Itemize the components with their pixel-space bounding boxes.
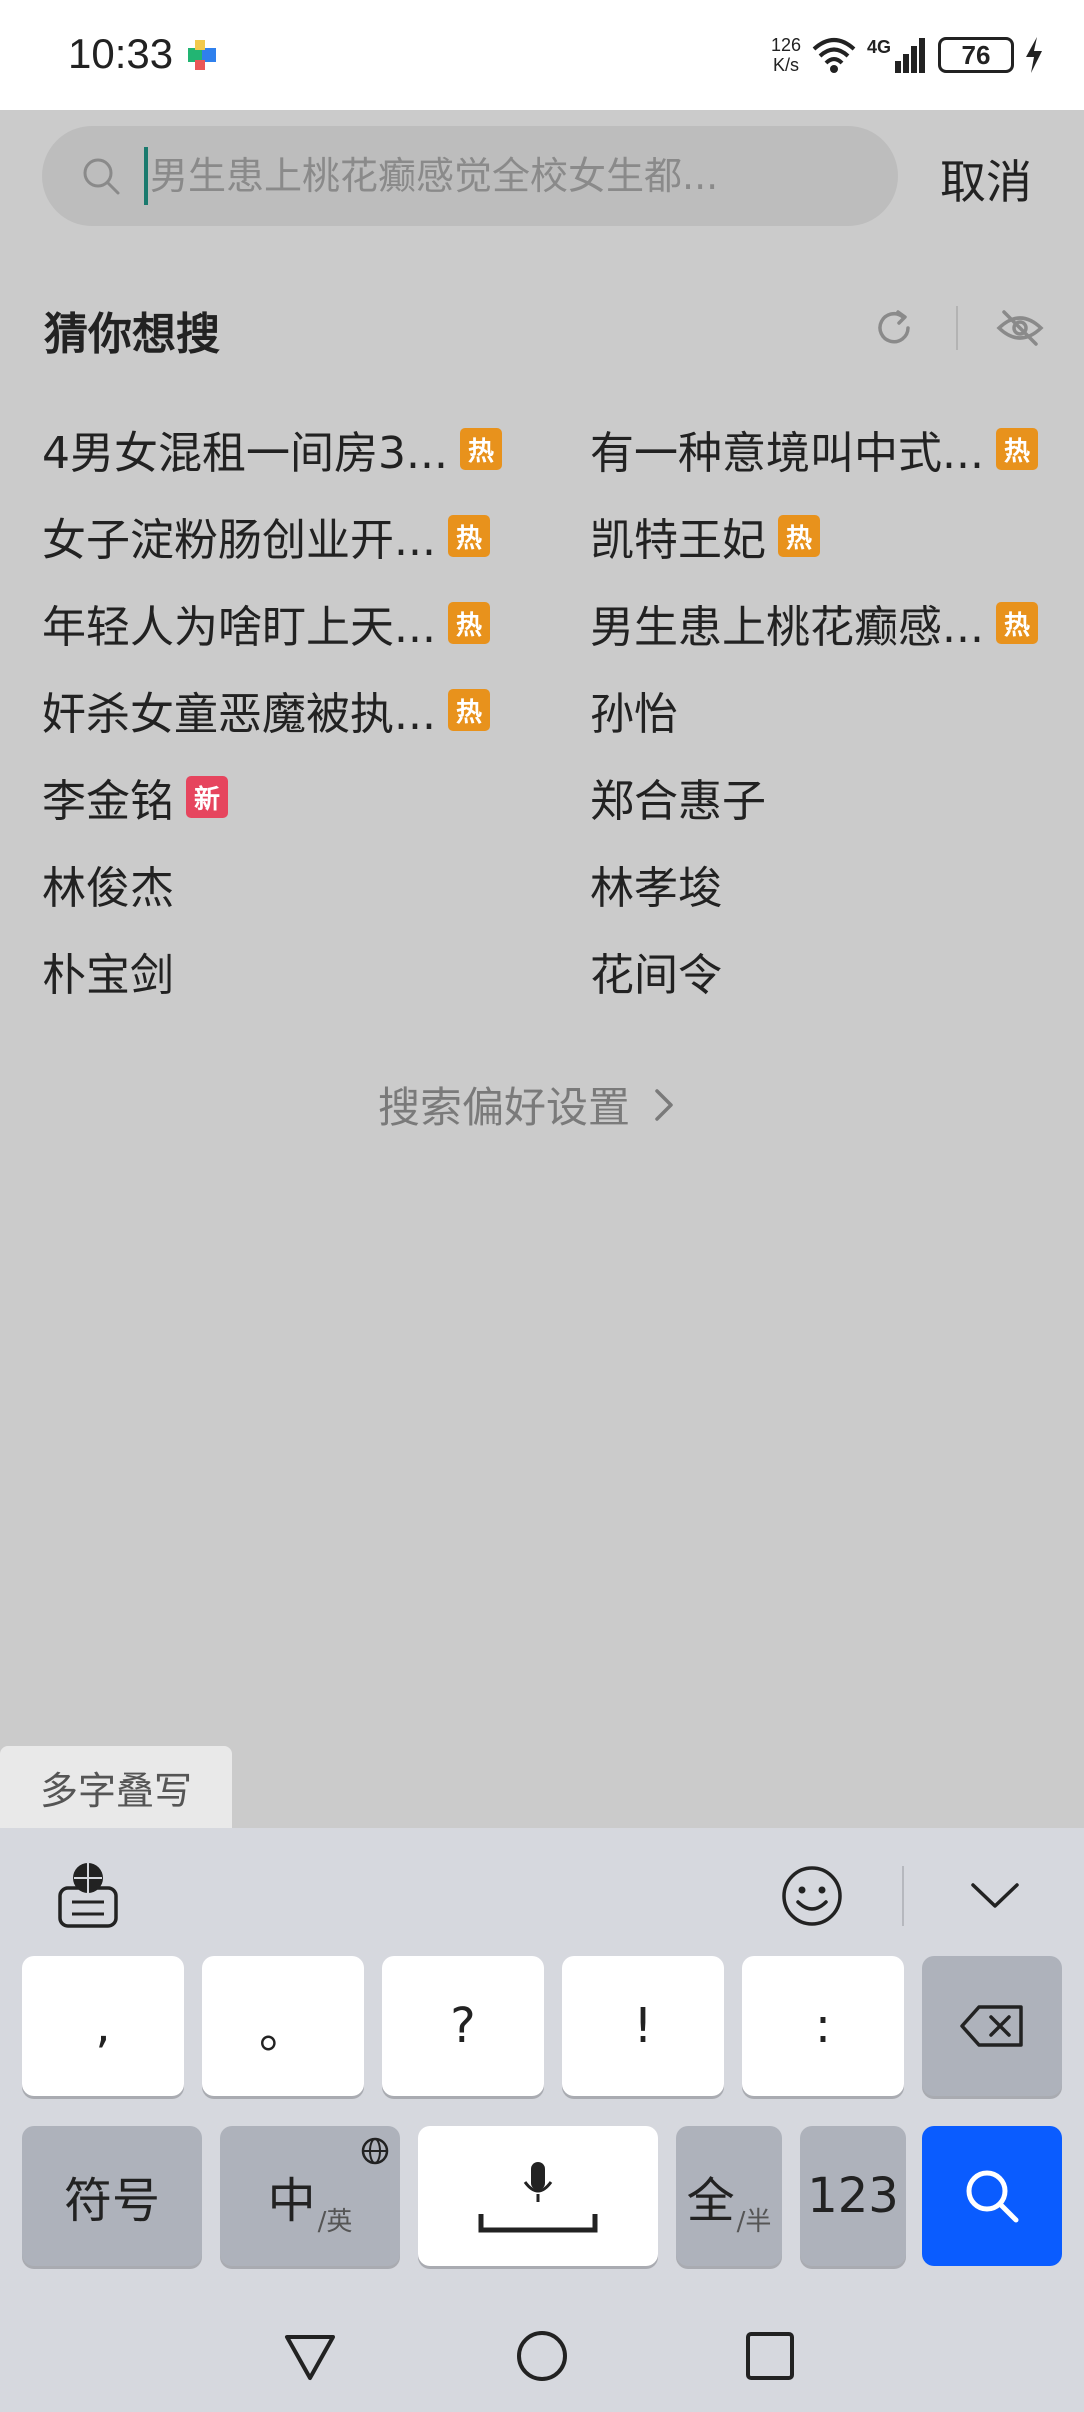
- cellular-indicator: 4G: [867, 37, 928, 73]
- chevron-right-icon: [655, 1088, 673, 1121]
- home-circle-icon[interactable]: [514, 2328, 570, 2384]
- suggestion-text: 凯特王妃: [590, 515, 766, 566]
- wifi-icon: [812, 38, 856, 73]
- toolbar-divider: [902, 1866, 904, 1926]
- suggestion-item[interactable]: 凯特王妃 热: [590, 504, 820, 568]
- hot-badge: 热: [447, 602, 490, 644]
- language-sub-label: /英: [317, 2207, 353, 2237]
- signal-label: 4G: [866, 37, 891, 57]
- search-icon: [83, 158, 120, 195]
- language-switch-key[interactable]: 中 /英: [220, 2126, 400, 2266]
- collapse-keyboard-icon[interactable]: [970, 1882, 1020, 1910]
- suggestion-item[interactable]: 朴宝剑: [42, 939, 174, 1003]
- suggestion-item[interactable]: 花间令: [590, 939, 722, 1003]
- suggestion-text: 孙怡: [590, 689, 678, 740]
- network-speed-value: 126: [770, 35, 801, 55]
- suggestion-text: 林俊杰: [42, 863, 174, 914]
- globe-icon: [361, 2137, 389, 2165]
- suggestion-item[interactable]: 女子淀粉肠创业开... 热: [42, 504, 490, 568]
- backspace-icon: [960, 2005, 1023, 2047]
- suggestion-text: 年轻人为啥盯上天...: [42, 602, 436, 653]
- hot-badge: 热: [447, 689, 490, 731]
- header-divider: [956, 306, 958, 350]
- hot-badge: 热: [995, 428, 1038, 470]
- keyboard: , 。 ? ! : 符号 中 /英 全 /半 123: [0, 1828, 1084, 2302]
- hot-badge: 热: [778, 515, 820, 557]
- suggestion-item[interactable]: 年轻人为啥盯上天... 热: [42, 591, 490, 655]
- suggestion-text: 朴宝剑: [42, 950, 174, 1001]
- status-time: 10:33: [68, 30, 174, 77]
- full-width-label: 全: [686, 2173, 735, 2229]
- hot-badge: 热: [995, 602, 1038, 644]
- suggestion-text: 4男女混租一间房3...: [42, 428, 448, 479]
- new-badge: 新: [186, 776, 228, 818]
- refresh-icon[interactable]: [872, 306, 916, 350]
- suggestion-item[interactable]: 郑合惠子: [590, 765, 766, 829]
- back-triangle-icon[interactable]: [282, 2332, 338, 2382]
- suggestion-item[interactable]: 林俊杰: [42, 852, 174, 916]
- key-period[interactable]: 。: [202, 1956, 364, 2096]
- network-speed-unit: K/s: [772, 55, 799, 75]
- key-colon[interactable]: :: [742, 1956, 904, 2096]
- suggestion-text: 男生患上桃花癫感...: [590, 602, 984, 653]
- suggestion-text: 林孝埈: [590, 863, 722, 914]
- suggestion-item[interactable]: 有一种意境叫中式... 热: [590, 417, 1038, 481]
- space-voice-key[interactable]: [418, 2126, 658, 2266]
- status-indicators: 126 K/s 4G 76: [771, 30, 1044, 80]
- suggestion-item[interactable]: 奸杀女童恶魔被执... 热: [42, 678, 490, 742]
- puzzle-app-icon: [188, 40, 216, 70]
- numbers-key[interactable]: 123: [800, 2126, 906, 2266]
- battery-indicator: 76: [938, 37, 1014, 73]
- microphone-icon: [478, 2162, 598, 2233]
- signal-bars-icon: [895, 38, 925, 73]
- suggestion-text: 李金铭: [42, 776, 174, 827]
- search-submit-key[interactable]: [922, 2126, 1062, 2266]
- section-title: 猜你想搜: [44, 309, 220, 360]
- navigation-bar: [0, 2302, 1084, 2412]
- key-exclamation[interactable]: !: [562, 1956, 724, 2096]
- language-main-label: 中: [267, 2173, 316, 2229]
- suggestion-text: 花间令: [590, 950, 722, 1001]
- suggestion-item[interactable]: 孙怡: [590, 678, 678, 742]
- search-icon: [966, 2170, 1019, 2223]
- suggestion-item[interactable]: 4男女混租一间房3... 热: [42, 417, 502, 481]
- suggestion-text: 女子淀粉肠创业开...: [42, 515, 436, 566]
- keyboard-settings-icon[interactable]: [56, 1860, 122, 1930]
- key-question[interactable]: ?: [382, 1956, 544, 2096]
- charging-icon: [1026, 37, 1042, 73]
- status-bar: 10:33 126 K/s 4G 76: [0, 0, 1084, 110]
- hide-eye-icon[interactable]: [996, 308, 1044, 348]
- search-preference-label: 搜索偏好设置: [378, 1083, 631, 1132]
- hot-badge: 热: [447, 515, 490, 557]
- half-width-label: /半: [736, 2207, 772, 2237]
- suggestion-text: 奸杀女童恶魔被执...: [42, 689, 436, 740]
- search-preference-link[interactable]: 搜索偏好设置: [378, 1074, 674, 1135]
- handwriting-mode-tab[interactable]: 多字叠写: [0, 1746, 232, 1828]
- emoji-icon[interactable]: [780, 1864, 844, 1928]
- symbols-key[interactable]: 符号: [22, 2126, 202, 2266]
- suggestion-text: 郑合惠子: [590, 776, 766, 827]
- search-box[interactable]: [42, 126, 898, 226]
- key-comma[interactable]: ,: [22, 1956, 184, 2096]
- hot-badge: 热: [459, 428, 502, 470]
- text-cursor: [144, 147, 148, 205]
- network-speed: 126 K/s: [771, 35, 801, 75]
- suggestion-item[interactable]: 李金铭 新: [42, 765, 228, 829]
- recents-square-icon[interactable]: [744, 2330, 796, 2382]
- full-half-width-key[interactable]: 全 /半: [676, 2126, 782, 2266]
- suggestion-item[interactable]: 林孝埈: [590, 852, 722, 916]
- search-input[interactable]: [150, 154, 850, 198]
- backspace-key[interactable]: [922, 1956, 1062, 2096]
- suggestion-item[interactable]: 男生患上桃花癫感... 热: [590, 591, 1038, 655]
- cancel-button[interactable]: 取消: [940, 146, 1032, 212]
- suggestion-text: 有一种意境叫中式...: [590, 428, 984, 479]
